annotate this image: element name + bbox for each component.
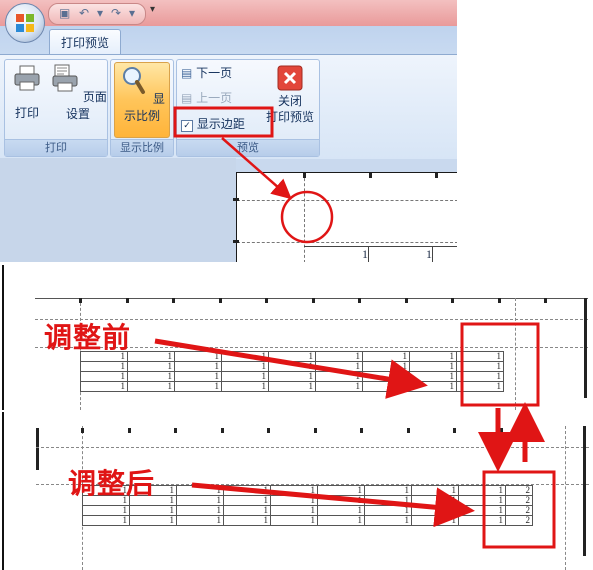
annotation-arrow xyxy=(221,137,292,200)
office-button[interactable] xyxy=(5,3,45,43)
highlight-box-show-margins xyxy=(173,106,274,138)
annotation-arrow xyxy=(154,338,428,399)
before-label: 调整前 xyxy=(44,321,132,354)
highlight-circle xyxy=(280,190,334,244)
annotation-arrow xyxy=(191,482,475,528)
highlight-box-after xyxy=(482,470,556,549)
after-label: 调整后 xyxy=(68,467,156,500)
highlight-box-before xyxy=(460,322,540,407)
office-logo-icon xyxy=(16,14,34,32)
